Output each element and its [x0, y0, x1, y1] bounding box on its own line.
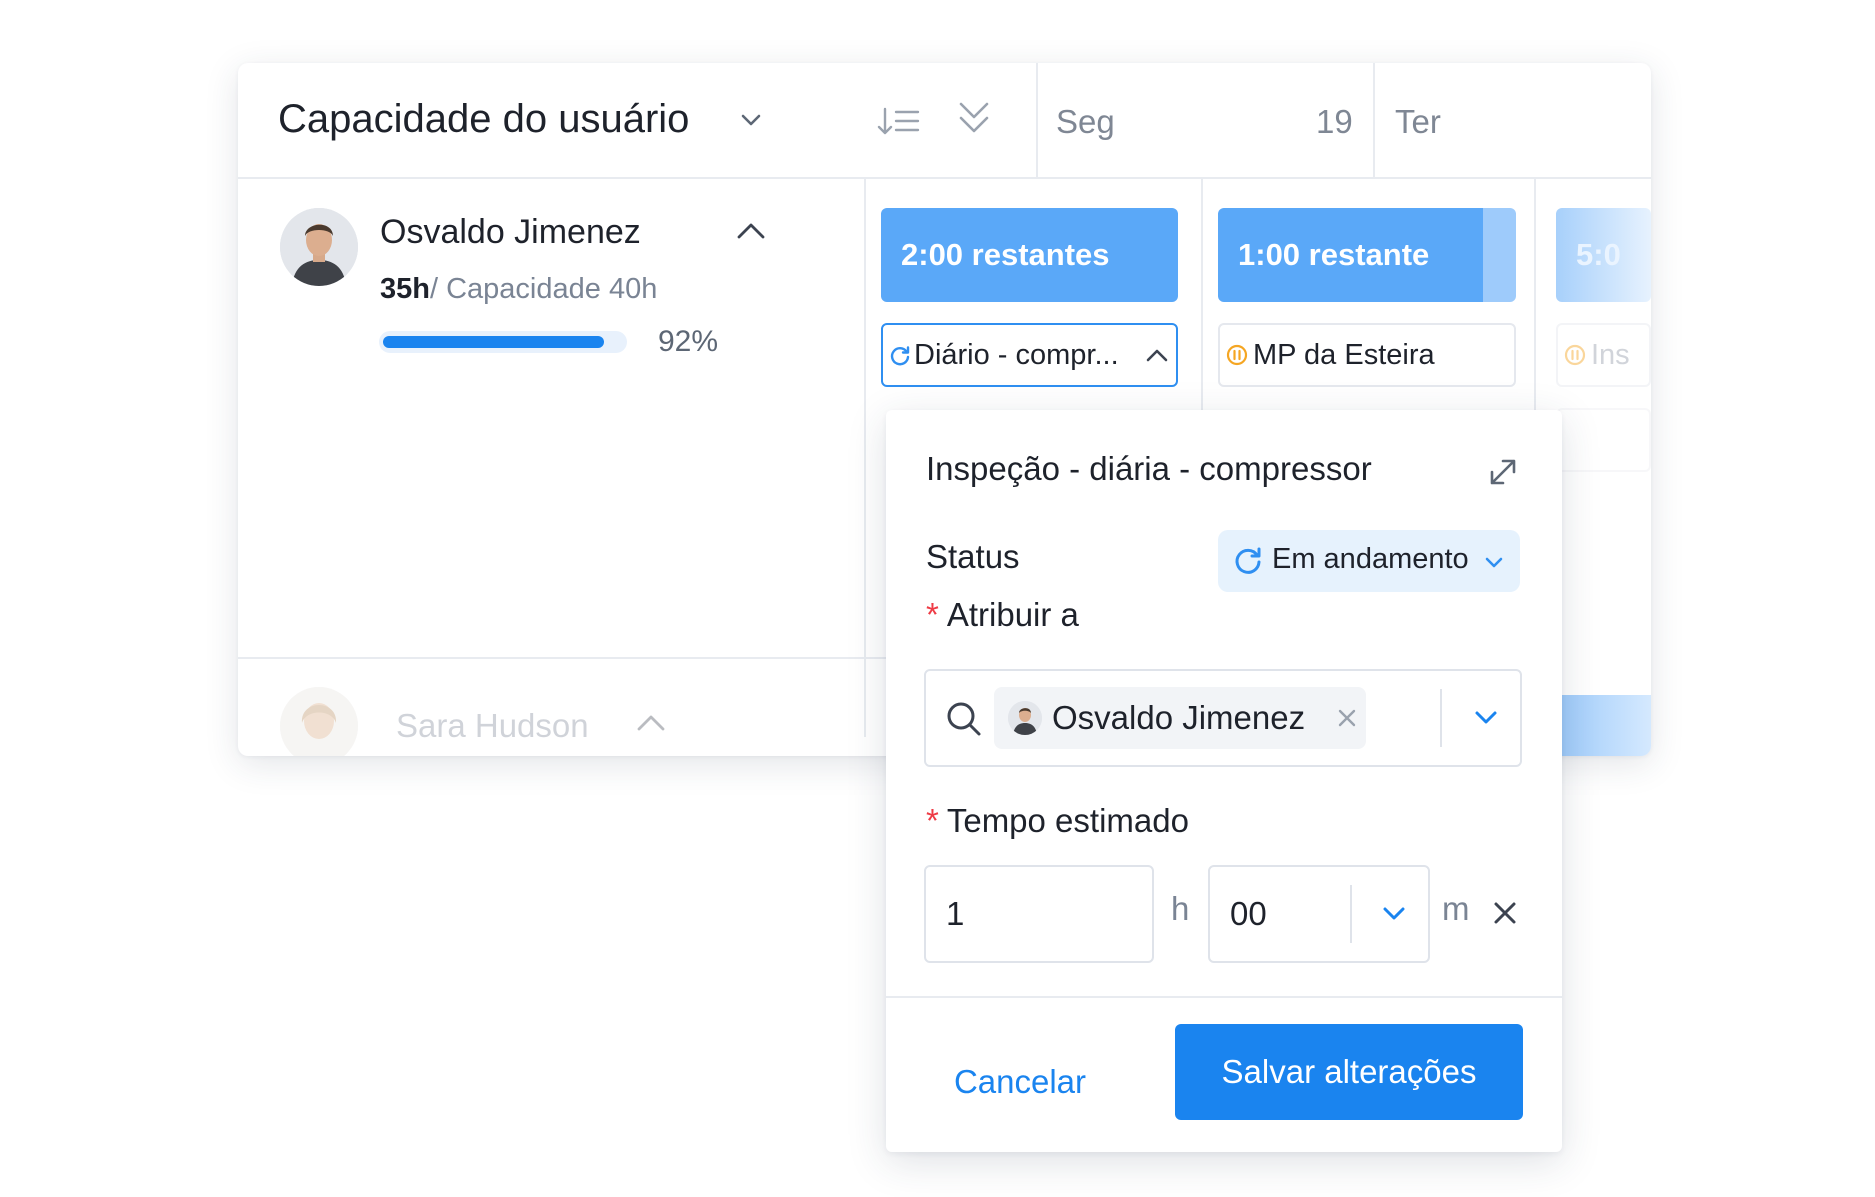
day-label-ter: Ter [1395, 103, 1441, 140]
task-card[interactable]: Ins [1556, 323, 1651, 387]
hours-value: 1 [946, 895, 965, 932]
capacity-summary: 35h/ Capacidade 40h [380, 273, 657, 306]
avatar [1008, 701, 1042, 735]
task-card-label: MP da Esteira [1253, 339, 1435, 371]
capacity-label: / Capacidade 40h [429, 273, 658, 305]
required-marker: * [926, 596, 939, 633]
footer-divider [886, 996, 1562, 998]
expand-icon[interactable] [1483, 452, 1523, 492]
capacity-progress-bar [379, 331, 627, 353]
capacity-header: Capacidade do usuário Seg 19 Ter [238, 63, 1651, 179]
task-card-label: Ins [1591, 339, 1630, 371]
column-divider [864, 177, 866, 737]
chevron-up-icon[interactable] [634, 711, 668, 735]
refresh-icon [890, 346, 910, 366]
chevron-down-icon[interactable] [1472, 705, 1500, 731]
field-divider [1440, 689, 1442, 747]
task-card[interactable]: MP da Esteira [1218, 323, 1516, 387]
estimated-time-label: * Tempo estimado [926, 802, 1189, 839]
remaining-time-pill[interactable]: 1:00 restante [1218, 208, 1516, 302]
assign-label: * Atribuir a [926, 596, 1079, 633]
hours-used: 35h [380, 273, 430, 305]
chevron-up-icon[interactable] [1144, 345, 1170, 365]
pause-circle-icon [1564, 344, 1586, 366]
task-card[interactable] [1556, 408, 1651, 472]
save-changes-button[interactable]: Salvar alterações [1175, 1024, 1523, 1120]
user-name: Sara Hudson [396, 707, 589, 744]
search-icon [947, 702, 981, 736]
column-divider [1534, 177, 1536, 417]
hours-input[interactable]: 1 [924, 865, 1154, 963]
column-divider [1201, 177, 1203, 417]
page-title: Capacidade do usuário [278, 97, 690, 141]
hours-unit: h [1171, 890, 1190, 927]
chevron-up-icon[interactable] [734, 219, 768, 243]
remaining-time-pill[interactable]: 5:0 [1556, 208, 1651, 302]
chevron-down-icon[interactable] [738, 107, 764, 133]
avatar [280, 687, 358, 756]
pause-circle-icon [1226, 344, 1248, 366]
refresh-icon [1235, 547, 1261, 574]
close-icon[interactable] [1492, 900, 1518, 926]
task-card-label: Diário - compr... [914, 339, 1119, 371]
task-title: Inspeção - diária - compressor [926, 450, 1372, 487]
row-divider [238, 657, 886, 659]
sort-icon[interactable] [876, 103, 922, 139]
assignee-chip: Osvaldo Jimenez [994, 687, 1366, 749]
cancel-button[interactable]: Cancelar [930, 1034, 1110, 1130]
task-edit-popup: Inspeção - diária - compressor Status Em… [886, 410, 1562, 1152]
column-divider [1036, 63, 1038, 177]
status-value: Em andamento [1272, 543, 1469, 575]
day-number-19: 19 [1316, 103, 1353, 140]
status-label: Status [926, 538, 1020, 575]
minutes-value: 00 [1230, 895, 1267, 932]
close-icon[interactable] [1336, 707, 1358, 729]
assignee-field[interactable]: Osvaldo Jimenez [924, 669, 1522, 767]
remaining-time-pill [1558, 695, 1651, 756]
column-divider [1373, 63, 1375, 177]
task-card-selected[interactable]: Diário - compr... [881, 323, 1178, 387]
chevron-down-icon [1383, 907, 1405, 920]
user-name: Osvaldo Jimenez [380, 213, 641, 251]
capacity-percent: 92% [658, 325, 719, 358]
minutes-select[interactable]: 00 [1208, 865, 1430, 963]
capacity-progress-fill [383, 336, 604, 348]
collapse-all-icon[interactable] [956, 99, 992, 141]
day-label-seg: Seg [1056, 103, 1115, 140]
status-dropdown[interactable]: Em andamento [1218, 530, 1520, 592]
remaining-time-pill[interactable]: 2:00 restantes [881, 208, 1178, 302]
field-divider [1350, 885, 1352, 943]
required-marker: * [926, 802, 939, 839]
avatar [280, 208, 358, 286]
chevron-down-icon [1485, 557, 1503, 568]
minutes-unit: m [1442, 890, 1470, 927]
assignee-name: Osvaldo Jimenez [1052, 699, 1306, 736]
